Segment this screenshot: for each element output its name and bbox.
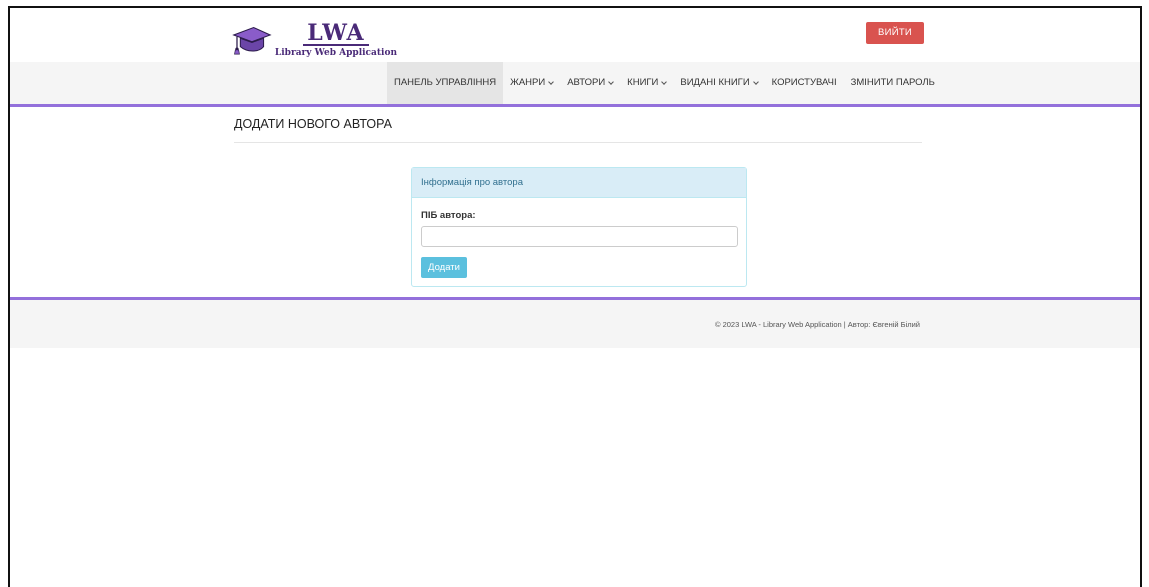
chevron-down-icon xyxy=(752,78,759,85)
author-name-label: ПІБ автора: xyxy=(421,210,476,221)
nav-item-genres[interactable]: ЖАНРИ xyxy=(503,62,560,104)
top-header: LWA Library Web Application ВИЙТИ xyxy=(10,8,1140,62)
chevron-down-icon xyxy=(661,78,668,85)
author-info-panel: Інформація про автора ПІБ автора: Додати xyxy=(411,167,747,287)
footer: © 2023 LWA - Library Web Application | А… xyxy=(10,300,1140,348)
nav-item-books[interactable]: КНИГИ xyxy=(620,62,673,104)
author-name-input[interactable] xyxy=(421,226,738,247)
nav-item-change-password[interactable]: ЗМІНИТИ ПАРОЛЬ xyxy=(844,62,942,104)
main-content: ДОДАТИ НОВОГО АВТОРА Інформація про авто… xyxy=(10,107,1140,297)
nav-menu: ПАНЕЛЬ УПРАВЛІННЯ ЖАНРИ АВТОРИ КНИГИ ВИД… xyxy=(387,62,942,104)
nav-item-users[interactable]: КОРИСТУВАЧІ xyxy=(765,62,844,104)
nav-item-dashboard[interactable]: ПАНЕЛЬ УПРАВЛІННЯ xyxy=(387,62,504,104)
nav-item-authors[interactable]: АВТОРИ xyxy=(560,62,620,104)
logo-subtitle: Library Web Application xyxy=(274,48,397,58)
graduation-cap-icon xyxy=(232,26,272,55)
logout-button[interactable]: ВИЙТИ xyxy=(866,22,924,44)
divider xyxy=(234,142,922,143)
nav-item-issued-books[interactable]: ВИДАНІ КНИГИ xyxy=(673,62,764,104)
app-window: LWA Library Web Application ВИЙТИ ПАНЕЛЬ… xyxy=(8,6,1142,587)
chevron-down-icon xyxy=(548,78,555,85)
chevron-down-icon xyxy=(608,78,615,85)
page-title: ДОДАТИ НОВОГО АВТОРА xyxy=(234,117,392,131)
logo-title: LWA xyxy=(303,22,369,46)
footer-copyright: © 2023 LWA - Library Web Application | А… xyxy=(714,320,920,329)
main-navbar: ПАНЕЛЬ УПРАВЛІННЯ ЖАНРИ АВТОРИ КНИГИ ВИД… xyxy=(10,62,1140,107)
logo[interactable]: LWA Library Web Application xyxy=(232,16,397,58)
panel-heading: Інформація про автора xyxy=(412,168,746,198)
add-author-button[interactable]: Додати xyxy=(421,257,467,278)
